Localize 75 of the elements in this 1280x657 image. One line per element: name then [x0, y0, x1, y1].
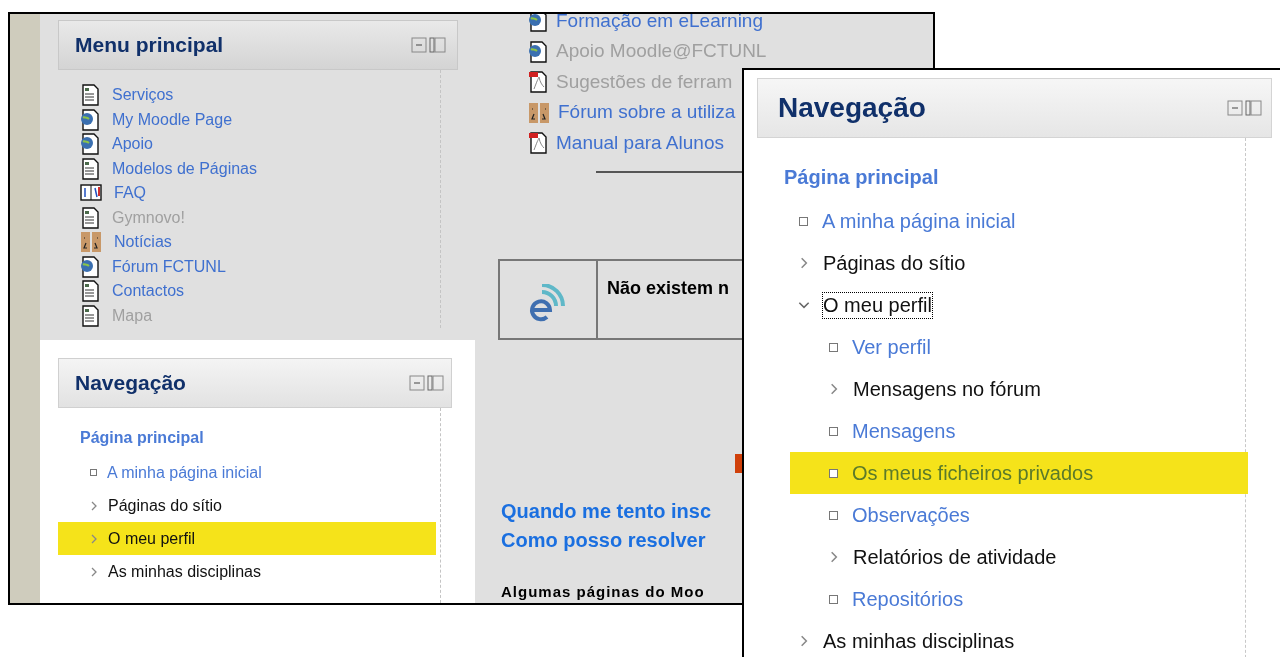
- resource-link[interactable]: Fórum sobre a utiliza: [558, 98, 736, 127]
- bullet-icon: [799, 216, 808, 226]
- pdf-document-icon: [528, 71, 548, 94]
- bullet-icon: [90, 469, 97, 476]
- nav-link[interactable]: Os meus ficheiros privados: [852, 460, 1094, 486]
- resource-link[interactable]: Formação em eLearning: [556, 14, 763, 36]
- bullet-icon: [829, 468, 838, 478]
- document-icon: [80, 84, 100, 107]
- nav-row[interactable]: Mensagens no fórum: [790, 368, 1248, 410]
- nav-row[interactable]: A minha página inicial: [58, 456, 436, 489]
- nav-label[interactable]: Páginas do sítio: [823, 250, 966, 276]
- pdf-document-icon: [528, 132, 548, 155]
- nav-row[interactable]: A minha página inicial: [790, 200, 1248, 242]
- bullet-icon: [829, 426, 838, 436]
- document-icon: [80, 157, 100, 180]
- document-icon: [80, 304, 100, 327]
- block-title: Navegação: [75, 370, 186, 397]
- nav-row[interactable]: Relatórios de atividade: [790, 536, 1248, 578]
- block-controls-icon[interactable]: [1227, 99, 1263, 117]
- nav-row[interactable]: Ver perfil: [790, 326, 1248, 368]
- menu-link[interactable]: My Moodle Page: [112, 107, 233, 132]
- two-faces-icon: [528, 101, 550, 124]
- globe-document-icon: [528, 40, 548, 63]
- menu-link[interactable]: Apoio: [112, 132, 153, 157]
- globe-document-icon: [80, 255, 100, 278]
- nav-row[interactable]: Observações: [790, 494, 1248, 536]
- block-controls-icon[interactable]: [409, 374, 445, 392]
- nav-label[interactable]: As minhas disciplinas: [823, 628, 1015, 654]
- nav-link[interactable]: Observações: [852, 502, 970, 528]
- menu-link[interactable]: FAQ: [114, 181, 146, 206]
- nav-row[interactable]: As minhas disciplinas: [58, 555, 436, 588]
- book-icon: [80, 183, 102, 204]
- nav-row[interactable]: Páginas do sítio: [790, 242, 1248, 284]
- nav-label[interactable]: O meu perfil: [823, 292, 932, 318]
- resource-link[interactable]: Manual para Alunos: [556, 128, 724, 158]
- nav-row[interactable]: Os meus ficheiros privados: [790, 452, 1248, 494]
- globe-document-icon: [80, 133, 100, 156]
- nav-link[interactable]: A minha página inicial: [107, 462, 262, 483]
- notice-text: Não existem n: [607, 278, 730, 299]
- nav-row[interactable]: As minhas disciplinas: [790, 620, 1248, 657]
- document-icon: [80, 280, 100, 303]
- menu-link[interactable]: Modelos de Páginas: [112, 156, 257, 181]
- nav-link[interactable]: A minha página inicial: [822, 208, 1016, 234]
- two-faces-icon: [80, 231, 102, 254]
- nav-link[interactable]: Ver perfil: [852, 334, 931, 360]
- bullet-icon: [829, 510, 838, 520]
- nav-home-link[interactable]: Página principal: [784, 162, 939, 192]
- nav-home-link[interactable]: Página principal: [80, 426, 204, 450]
- nav-row[interactable]: O meu perfil: [790, 284, 1248, 326]
- bullet-icon: [829, 342, 838, 352]
- menu-link[interactable]: Notícias: [114, 230, 172, 255]
- menu-link[interactable]: Fórum FCTUNL: [112, 254, 226, 279]
- nav-link[interactable]: Repositórios: [852, 586, 964, 612]
- block-title: Menu principal: [75, 32, 224, 59]
- nav-label[interactable]: Mensagens no fórum: [853, 376, 1041, 402]
- menu-link[interactable]: Serviços: [112, 83, 174, 108]
- question-heading: Como posso resolver: [501, 527, 706, 553]
- nav-row[interactable]: Repositórios: [790, 578, 1248, 620]
- nav-row[interactable]: Mensagens: [790, 410, 1248, 452]
- nav-label[interactable]: Páginas do sítio: [108, 495, 222, 516]
- globe-document-icon: [80, 108, 100, 131]
- nav-label[interactable]: O meu perfil: [108, 528, 196, 549]
- nav-link[interactable]: Mensagens: [852, 418, 956, 444]
- globe-document-icon: [528, 14, 548, 33]
- nav-label[interactable]: Relatórios de atividade: [853, 544, 1057, 570]
- body-text: Algumas páginas do Moo: [501, 581, 705, 602]
- bullet-icon: [829, 594, 838, 604]
- menu-link[interactable]: Contactos: [112, 279, 185, 304]
- block-title: Navegação: [778, 91, 926, 125]
- block-controls-icon[interactable]: [411, 36, 447, 54]
- nav-label[interactable]: As minhas disciplinas: [108, 561, 261, 582]
- nav-row[interactable]: Páginas do sítio: [58, 489, 436, 522]
- question-heading: Quando me tento insc: [501, 498, 712, 524]
- document-icon: [80, 206, 100, 229]
- nav-row[interactable]: O meu perfil: [58, 522, 436, 555]
